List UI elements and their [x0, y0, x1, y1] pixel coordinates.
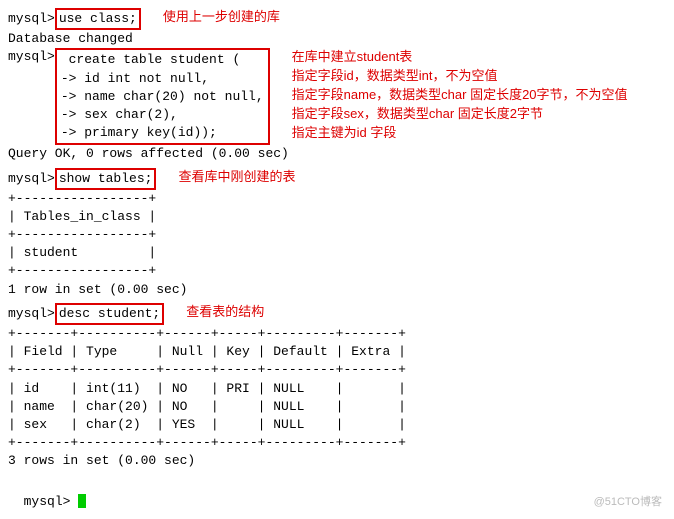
note2-l1: 在库中建立student表 — [292, 48, 628, 67]
cont: -> — [61, 71, 77, 86]
response-query-ok: Query OK, 0 rows affected (0.00 sec) — [8, 145, 666, 163]
create-line5: primary key(id)); — [76, 125, 216, 140]
cont: -> — [61, 125, 77, 140]
prompt: mysql> — [8, 49, 55, 64]
create-line3: name char(20) not null, — [76, 89, 263, 104]
cont: -> — [61, 107, 77, 122]
table2-border-top: +-------+----------+------+-----+-------… — [8, 325, 666, 343]
table1-border-top: +-----------------+ — [8, 190, 666, 208]
cmd-desc-student: desc student; — [55, 303, 164, 325]
response-1-row: 1 row in set (0.00 sec) — [8, 281, 666, 299]
table1-border-mid: +-----------------+ — [8, 226, 666, 244]
cmd-use-class-row: mysql> use class; 使用上一步创建的库 — [8, 8, 666, 30]
table1-row: | student | — [8, 244, 666, 262]
response-3-rows: 3 rows in set (0.00 sec) — [8, 452, 666, 470]
note2-l5: 指定主键为id 字段 — [292, 124, 628, 143]
cmd-show-tables: show tables; — [55, 168, 157, 190]
cmd-show-tables-row: mysql> show tables; 查看库中刚创建的表 — [8, 168, 666, 190]
create-line4: sex char(2), — [76, 107, 177, 122]
table2-header: | Field | Type | Null | Key | Default | … — [8, 343, 666, 361]
table2-row2: | name | char(20) | NO | | NULL | | — [8, 398, 666, 416]
table2-row1: | id | int(11) | NO | PRI | NULL | | — [8, 380, 666, 398]
cont: -> — [61, 89, 77, 104]
table2-border-bot: +-------+----------+------+-----+-------… — [8, 434, 666, 452]
create-table-block: mysql> create table student ( -> id int … — [8, 48, 666, 145]
table1-border-bot: +-----------------+ — [8, 262, 666, 280]
prompt: mysql> — [24, 494, 71, 509]
table2-border-mid1: +-------+----------+------+-----+-------… — [8, 361, 666, 379]
note2-l4: 指定字段sex，数据类型char 固定长度2字节 — [292, 105, 628, 124]
watermark: @51CTO博客 — [594, 495, 662, 510]
create-line2: id int not null, — [76, 71, 209, 86]
table1-header: | Tables_in_class | — [8, 208, 666, 226]
prompt: mysql> — [8, 171, 55, 186]
response-db-changed: Database changed — [8, 30, 666, 48]
prompt: mysql> — [8, 306, 55, 321]
cmd-create-table: create table student ( -> id int not nul… — [55, 48, 270, 145]
annotation-use-class: 使用上一步创建的库 — [163, 8, 280, 26]
cursor-icon — [78, 494, 86, 508]
annotation-desc-student: 查看表的结构 — [186, 303, 264, 321]
note2-l2: 指定字段id，数据类型int，不为空值 — [292, 67, 628, 86]
prompt: mysql> — [8, 11, 55, 26]
create-line1: create table student ( — [61, 52, 240, 67]
table2-row3: | sex | char(2) | YES | | NULL | | — [8, 416, 666, 434]
cmd-desc-student-row: mysql> desc student; 查看表的结构 — [8, 303, 666, 325]
note2-l3: 指定字段name，数据类型char 固定长度20字节，不为空值 — [292, 86, 628, 105]
final-prompt-line[interactable]: mysql> — [8, 475, 666, 511]
cmd-use-class: use class; — [55, 8, 141, 30]
annotation-create-table: 在库中建立student表 指定字段id，数据类型int，不为空值 指定字段na… — [292, 48, 628, 142]
annotation-show-tables: 查看库中刚创建的表 — [178, 168, 295, 186]
